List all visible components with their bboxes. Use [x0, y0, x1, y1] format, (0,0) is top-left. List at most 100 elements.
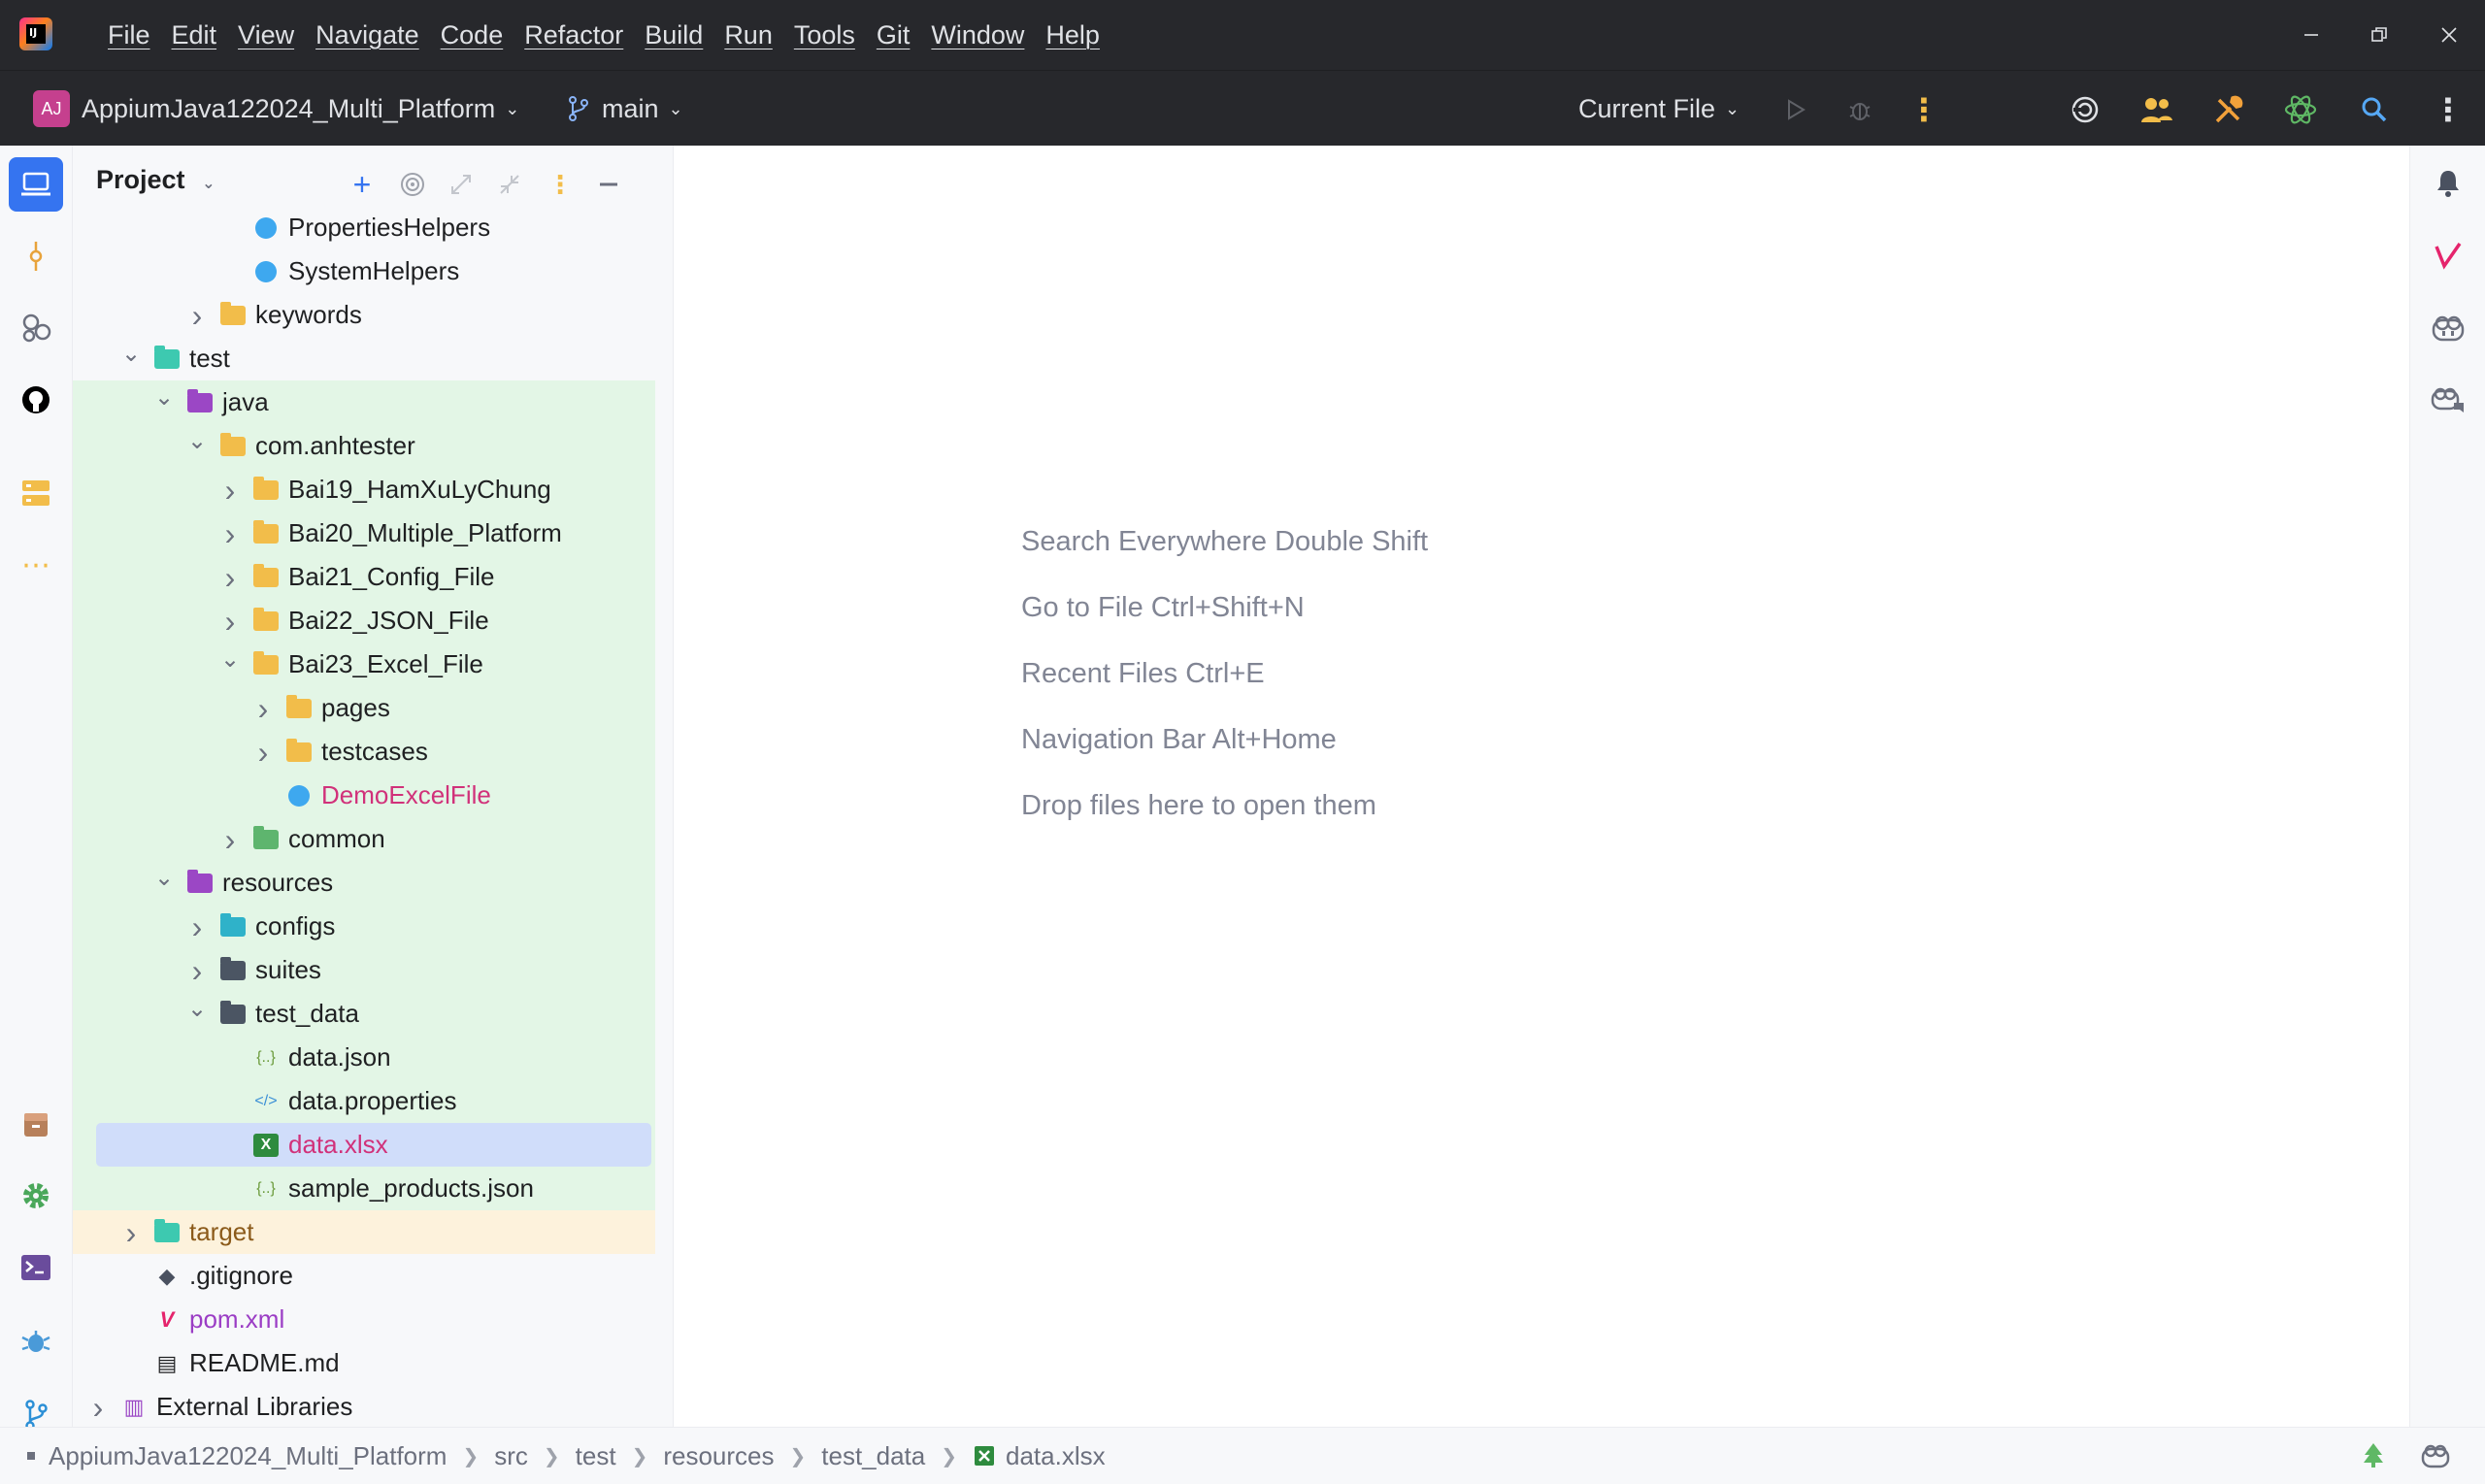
tree-node[interactable]: ⌄ resources — [73, 861, 655, 905]
tree-node[interactable]: {..} sample_products.json — [73, 1167, 655, 1210]
expand-all-button[interactable] — [446, 169, 477, 200]
chevron-right-icon[interactable]: › — [220, 475, 240, 506]
menu-code[interactable]: Code — [430, 20, 514, 50]
copilot-button[interactable] — [2424, 303, 2472, 351]
tree-node[interactable]: › Bai22_JSON_File — [73, 599, 655, 643]
tree-node[interactable]: › testcases — [73, 730, 655, 774]
menu-view[interactable]: View — [227, 20, 305, 50]
restore-button[interactable] — [2345, 0, 2413, 70]
tree-node[interactable]: › configs — [73, 905, 655, 948]
breadcrumb-item-project[interactable]: AppiumJava122024_Multi_Platform — [49, 1441, 447, 1471]
tree-node[interactable]: ⌄ com.anhtester — [73, 424, 655, 468]
chevron-down-icon[interactable]: ⌄ — [187, 429, 207, 452]
tree-node[interactable]: › target — [73, 1210, 655, 1254]
breadcrumb-item-test[interactable]: test — [576, 1441, 616, 1471]
tree-node[interactable]: ▤ README.md — [73, 1341, 655, 1385]
collapse-all-button[interactable] — [494, 169, 525, 200]
chevron-right-icon[interactable]: › — [121, 1217, 141, 1248]
problems-tool-button[interactable] — [9, 1314, 63, 1369]
select-opened-file-button[interactable] — [397, 169, 428, 200]
chevron-right-icon[interactable]: › — [220, 562, 240, 593]
search-everywhere-button[interactable] — [2355, 90, 2394, 129]
chevron-down-icon[interactable]: ⌄ — [154, 866, 174, 889]
menu-help[interactable]: Help — [1035, 20, 1110, 50]
ai-assistant-button[interactable] — [2281, 90, 2320, 129]
maven-button[interactable] — [2424, 231, 2472, 280]
project-view-selector[interactable]: Project ⌄ — [96, 165, 215, 195]
tree-node[interactable]: SystemHelpers — [73, 249, 655, 293]
menu-tools[interactable]: Tools — [783, 20, 866, 50]
tree-node[interactable]: Xdata.xlsx — [73, 1123, 655, 1167]
chevron-right-icon[interactable]: › — [220, 518, 240, 549]
notifications-button[interactable] — [2424, 159, 2472, 208]
menu-file[interactable]: File — [97, 20, 161, 50]
build-tools-button[interactable] — [2209, 90, 2248, 129]
menu-refactor[interactable]: Refactor — [514, 20, 634, 50]
intellij-logo-icon[interactable]: IJ — [19, 17, 52, 50]
tree-node[interactable]: ◆ .gitignore — [73, 1254, 655, 1298]
services-tool-button[interactable] — [9, 466, 63, 520]
tree-node[interactable]: › keywords — [73, 293, 655, 337]
main-menu-button[interactable]: ⋮ — [2429, 90, 2468, 129]
menu-navigate[interactable]: Navigate — [305, 20, 430, 50]
hide-panel-button[interactable] — [593, 169, 624, 200]
code-with-me-button[interactable] — [2066, 90, 2104, 129]
settings-tool-button[interactable] — [9, 1169, 63, 1223]
tree-node[interactable]: › Bai19_HamXuLyChung — [73, 468, 655, 511]
breadcrumb-item-test-data[interactable]: test_data — [821, 1441, 925, 1471]
tree-node[interactable]: ⌄ java — [73, 380, 655, 424]
commit-tool-button[interactable] — [9, 229, 63, 283]
chevron-right-icon[interactable]: › — [253, 693, 273, 724]
project-widget[interactable]: AJ AppiumJava122024_Multi_Platform ⌄ — [33, 88, 519, 129]
menu-build[interactable]: Build — [634, 20, 713, 50]
chevron-right-icon[interactable]: › — [220, 824, 240, 855]
breadcrumb-item-resources[interactable]: resources — [663, 1441, 774, 1471]
add-button[interactable]: + — [347, 167, 378, 202]
chevron-down-icon[interactable]: ⌄ — [121, 342, 141, 365]
chevron-down-icon[interactable]: ⌄ — [154, 385, 174, 409]
tree-node[interactable]: DemoExcelFile — [73, 774, 655, 817]
tree-node[interactable]: › Bai21_Config_File — [73, 555, 655, 599]
tree-node[interactable]: ⌄ test_data — [73, 992, 655, 1036]
tree-node[interactable]: </> data.properties — [73, 1079, 655, 1123]
menu-window[interactable]: Window — [920, 20, 1035, 50]
tree-node[interactable]: {..} data.json — [73, 1036, 655, 1079]
chevron-right-icon[interactable]: › — [187, 955, 207, 986]
chevron-right-icon[interactable]: › — [88, 1392, 108, 1423]
tree-node[interactable]: Vpom.xml — [73, 1298, 655, 1341]
run-button[interactable] — [1776, 90, 1815, 129]
chevron-down-icon[interactable]: ⌄ — [187, 997, 207, 1020]
database-tool-button[interactable] — [9, 1097, 63, 1151]
tree-node[interactable]: › suites — [73, 948, 655, 992]
tree-node[interactable]: › Bai20_Multiple_Platform — [73, 511, 655, 555]
tree-node[interactable]: ⌄ test — [73, 337, 655, 380]
tree-node[interactable]: ⌄ Bai23_Excel_File — [73, 643, 655, 686]
chevron-right-icon[interactable]: › — [187, 300, 207, 331]
chevron-right-icon[interactable]: › — [220, 606, 240, 637]
close-window-button[interactable] — [2415, 0, 2483, 70]
menu-git[interactable]: Git — [866, 20, 921, 50]
minimize-button[interactable] — [2277, 0, 2345, 70]
tree-node[interactable]: › ▥ External Libraries — [73, 1385, 655, 1427]
run-configuration-selector[interactable]: Current File ⌄ — [1578, 88, 1740, 129]
editor-empty-area[interactable]: Search Everywhere Double Shift Go to Fil… — [674, 146, 2409, 1427]
tree-node[interactable]: PropertiesHelpers — [73, 206, 655, 249]
options-button[interactable]: ⋮ — [545, 169, 576, 200]
tree-status-button[interactable] — [2361, 1441, 2386, 1473]
tree-node[interactable]: › pages — [73, 686, 655, 730]
more-tool-windows-button[interactable]: ⋯ — [9, 538, 63, 592]
breadcrumb-item-src[interactable]: src — [494, 1441, 528, 1471]
terminal-tool-button[interactable] — [9, 1240, 63, 1295]
collaboration-button[interactable] — [2137, 90, 2176, 129]
debug-button[interactable] — [1840, 90, 1879, 129]
tree-node[interactable]: › common — [73, 817, 655, 861]
chevron-right-icon[interactable]: › — [187, 911, 207, 942]
menu-edit[interactable]: Edit — [161, 20, 228, 50]
copilot-status-button[interactable] — [2421, 1441, 2450, 1473]
vcs-branch-widget[interactable]: main ⌄ — [567, 88, 683, 129]
chevron-right-icon[interactable]: › — [253, 737, 273, 768]
breadcrumb-item-file[interactable]: data.xlsx — [1006, 1441, 1106, 1471]
copilot-chat-button[interactable] — [2424, 375, 2472, 423]
project-tool-button[interactable] — [9, 157, 63, 212]
chevron-down-icon[interactable]: ⌄ — [220, 647, 240, 671]
